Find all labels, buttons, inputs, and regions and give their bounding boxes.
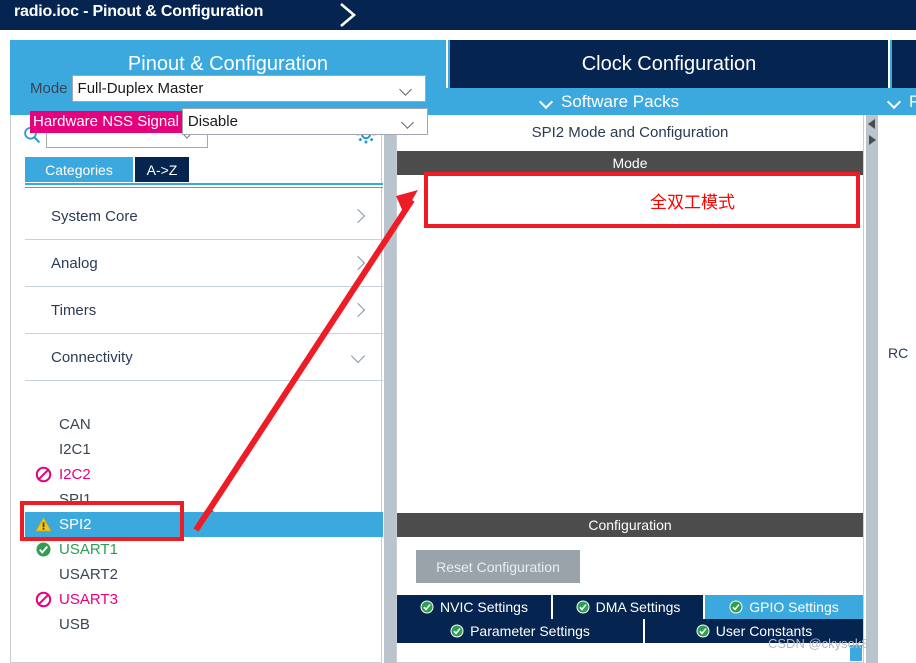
- cubemx-window: radio.ioc - Pinout & Configuration Pinou…: [0, 0, 916, 663]
- list-item-usart2[interactable]: USART2: [25, 562, 383, 587]
- chevron-down-icon: [401, 85, 415, 94]
- software-packs-label: Software Packs: [561, 91, 680, 111]
- pill-a-to-z[interactable]: A->Z: [135, 157, 189, 182]
- reset-configuration-button[interactable]: Reset Configuration: [416, 550, 580, 583]
- pill-a-to-z-label: A->Z: [146, 161, 178, 178]
- watermark: CSDN @ckysok8: [768, 636, 869, 651]
- tab-pinout-label: Pinout & Configuration: [127, 52, 329, 75]
- peripheral-list: CAN I2C1 I2C2 SPI1 SPI2 USART1 USART2 US…: [25, 412, 383, 637]
- mode-select[interactable]: Full-Duplex Master: [71, 75, 426, 102]
- collapse-left-icon[interactable]: [866, 118, 878, 130]
- mode-label: Mode: [30, 80, 68, 97]
- list-item-usart1[interactable]: USART1: [25, 537, 383, 562]
- field-row-hardware-nss-signal: Hardware NSS Signal Disable: [30, 108, 428, 135]
- field-row-mode: Mode Full-Duplex Master: [30, 75, 426, 102]
- blocked-icon: [35, 591, 52, 608]
- list-item-spi2[interactable]: SPI2: [25, 512, 383, 537]
- category-label: Connectivity: [51, 348, 133, 366]
- section-header-mode: Mode: [397, 151, 863, 175]
- software-packs-menu[interactable]: Software Packs: [540, 88, 679, 115]
- warning-icon: [35, 517, 52, 532]
- title-bar: radio.ioc - Pinout & Configuration: [0, 0, 916, 30]
- tab-parameter-settings[interactable]: Parameter Settings: [397, 619, 645, 643]
- pill-underline: [25, 183, 383, 186]
- tab-gpio-settings[interactable]: GPIO Settings: [705, 595, 863, 619]
- category-analog[interactable]: Analog: [25, 240, 383, 287]
- pinout-menu-label: Pi: [909, 91, 916, 111]
- peripheral-label: USB: [59, 616, 90, 633]
- category-label: System Core: [51, 207, 138, 225]
- tab-label: NVIC Settings: [440, 599, 528, 615]
- list-item-can[interactable]: CAN: [25, 412, 383, 437]
- blocked-icon: [35, 466, 52, 483]
- chevron-right-icon: [353, 304, 365, 316]
- chevron-right-icon: [353, 210, 365, 222]
- page-title: SPI2 Mode and Configuration: [397, 115, 863, 149]
- section-header-configuration: Configuration: [397, 513, 863, 537]
- right-scrollbar[interactable]: [866, 115, 878, 663]
- pill-categories-label: Categories: [45, 161, 113, 178]
- chevron-down-icon: [403, 118, 417, 127]
- tab-project-manager[interactable]: [892, 40, 916, 88]
- category-system-core[interactable]: System Core: [25, 193, 383, 240]
- category-label: Analog: [51, 254, 98, 272]
- category-list: System Core Analog Timers Connectivity: [25, 193, 383, 381]
- peripheral-label: SPI2: [59, 516, 92, 533]
- tab-label: Parameter Settings: [470, 623, 590, 639]
- expand-right-icon[interactable]: [866, 134, 878, 146]
- mode-selected-value: Full-Duplex Master: [77, 80, 204, 97]
- chevron-down-icon: [353, 351, 365, 363]
- check-circle-icon: [36, 542, 51, 557]
- tab-dma-settings[interactable]: DMA Settings: [553, 595, 705, 619]
- peripheral-label: SPI1: [59, 491, 92, 508]
- list-item-spi1[interactable]: SPI1: [25, 487, 383, 512]
- peripheral-label: CAN: [59, 416, 91, 433]
- chevron-right-icon: [353, 257, 365, 269]
- check-circle-icon: [729, 600, 743, 614]
- hardware-nss-selected-value: Disable: [187, 113, 238, 130]
- check-circle-icon: [420, 600, 434, 614]
- check-circle-icon: [450, 624, 464, 638]
- tab-nvic-settings[interactable]: NVIC Settings: [397, 595, 553, 619]
- hardware-nss-signal-select[interactable]: Disable: [181, 108, 428, 135]
- breadcrumb: radio.ioc - Pinout & Configuration: [14, 3, 264, 20]
- check-circle-icon: [576, 600, 590, 614]
- pill-categories[interactable]: Categories: [25, 157, 133, 182]
- tab-clock-label: Clock Configuration: [581, 52, 757, 75]
- list-item-i2c2[interactable]: I2C2: [25, 462, 383, 487]
- category-timers[interactable]: Timers: [25, 287, 383, 334]
- list-item-usart3[interactable]: USART3: [25, 587, 383, 612]
- check-circle-icon: [696, 624, 710, 638]
- peripheral-label: I2C2: [59, 466, 91, 483]
- peripheral-label: USART3: [59, 591, 118, 608]
- peripheral-label: USART2: [59, 566, 118, 583]
- peripheral-label: USART1: [59, 541, 118, 558]
- tab-clock-configuration[interactable]: Clock Configuration: [450, 40, 890, 88]
- configuration-tabs-row-1: NVIC Settings DMA Settings GPIO Settings: [397, 595, 863, 619]
- pinout-menu[interactable]: Pi: [888, 88, 916, 115]
- category-connectivity[interactable]: Connectivity: [25, 334, 383, 381]
- chevron-down-icon: [540, 97, 553, 105]
- list-item-i2c1[interactable]: I2C1: [25, 437, 383, 462]
- tab-label: DMA Settings: [595, 599, 681, 615]
- breadcrumb-chevron-icon: [340, 3, 357, 27]
- panel-splitter-scrollbar[interactable]: [384, 115, 396, 663]
- chevron-down-icon: [888, 97, 901, 105]
- category-label: Timers: [51, 301, 97, 319]
- peripheral-label: I2C1: [59, 441, 91, 458]
- pill-underline-secondary: [25, 187, 383, 188]
- partial-pin-label: RC: [888, 345, 909, 361]
- component-list-panel: Categories A->Z System Core Analog Timer…: [10, 115, 383, 663]
- annotation-chinese-note: 全双工模式: [650, 193, 735, 213]
- list-item-usb[interactable]: USB: [25, 612, 383, 637]
- tab-label: GPIO Settings: [749, 599, 839, 615]
- hardware-nss-signal-label: Hardware NSS Signal: [30, 110, 182, 133]
